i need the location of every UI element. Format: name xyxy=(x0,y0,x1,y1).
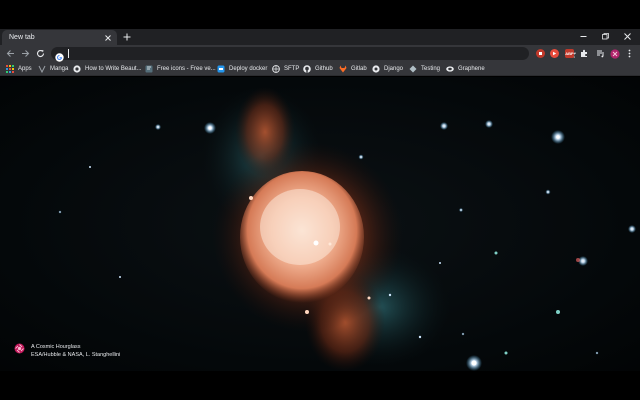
bookmark-gitlab[interactable]: Gitlab xyxy=(339,64,367,74)
menu-icon[interactable] xyxy=(624,48,635,59)
bookmark-label: Apps xyxy=(18,66,32,72)
minimize-icon[interactable] xyxy=(572,29,594,43)
background-credit: ESA/Hubble & NASA, L. Stanghellini xyxy=(31,352,121,358)
bookmark-apps[interactable]: Apps xyxy=(6,64,32,74)
address-input[interactable] xyxy=(70,47,500,60)
bookmark-label: Manga xyxy=(50,66,69,72)
new-tab-button[interactable] xyxy=(121,31,132,42)
bookmark-label: Testing xyxy=(421,66,441,72)
attribution-text: A Cosmic Hourglass ESA/Hubble & NASA, L.… xyxy=(31,343,120,359)
background-title: A Cosmic Hourglass xyxy=(31,344,81,350)
graphene-icon xyxy=(446,65,454,73)
nebula-image xyxy=(58,87,636,371)
bookmark-label: Github xyxy=(315,66,333,72)
globe-icon xyxy=(272,65,280,73)
bookmarks-bar: Apps Manga How to Write Beaut... Free ic… xyxy=(0,62,640,76)
background-attribution[interactable]: A Cosmic Hourglass ESA/Hubble & NASA, L.… xyxy=(14,343,120,359)
bookmark-label: Deploy docker xyxy=(229,66,268,72)
bookmark-label: SFTP xyxy=(284,66,300,72)
adblock-icon[interactable]: ABP xyxy=(564,48,575,59)
bookmark-graphene[interactable]: Graphene xyxy=(446,64,485,74)
bookmark-label: How to Write Beaut... xyxy=(85,66,142,72)
bookmark-free-icons[interactable]: Free icons - Free ve... xyxy=(145,64,216,74)
restore-icon[interactable] xyxy=(594,29,616,43)
back-arrow-icon[interactable] xyxy=(5,48,16,59)
extension-red-2-icon[interactable] xyxy=(549,48,560,59)
reload-icon[interactable] xyxy=(35,48,46,59)
bookmark-django[interactable]: Django xyxy=(372,64,403,74)
docker-icon xyxy=(217,65,225,73)
media-control-icon[interactable] xyxy=(595,48,606,59)
bookmark-testing[interactable]: Testing xyxy=(409,64,440,74)
text-caret xyxy=(68,49,69,58)
github-icon xyxy=(303,65,311,73)
letterbox-top xyxy=(0,0,640,29)
letterbox-bottom xyxy=(0,371,640,400)
bookmark-label: Django xyxy=(384,66,404,72)
apps-grid-icon xyxy=(6,65,14,73)
gitlab-icon xyxy=(339,65,347,73)
extension-badge xyxy=(550,49,559,58)
google-icon xyxy=(55,49,64,62)
bookmark-label: Free icons - Free ve... xyxy=(157,66,216,72)
bookmark-manga[interactable]: Manga xyxy=(38,64,68,74)
bookmark-label: Gitlab xyxy=(351,66,367,72)
adblock-badge: ABP xyxy=(565,49,574,58)
tab-strip: New tab xyxy=(0,29,640,45)
manga-icon xyxy=(38,65,46,73)
screen: New tab ABP Apps Manga How to Write Beau… xyxy=(0,0,640,400)
window-controls xyxy=(572,29,638,43)
browser-window: New tab ABP Apps Manga How to Write Beau… xyxy=(0,29,640,371)
bookmark-github[interactable]: Github xyxy=(303,64,333,74)
window-close-icon[interactable] xyxy=(616,29,638,43)
toolbar: ABP xyxy=(0,45,640,62)
close-icon[interactable] xyxy=(103,33,113,43)
puzzle-icon[interactable] xyxy=(579,48,590,59)
tab-new-tab[interactable]: New tab xyxy=(2,30,117,45)
bookmark-sftp[interactable]: SFTP xyxy=(272,64,299,74)
aperture-icon xyxy=(14,343,25,357)
profile-avatar[interactable] xyxy=(609,48,620,59)
flaticon-icon xyxy=(145,65,153,73)
testing-icon xyxy=(409,65,417,73)
extension-badge xyxy=(536,49,545,58)
bookmark-how-to-write[interactable]: How to Write Beaut... xyxy=(73,64,142,74)
bookmark-label: Graphene xyxy=(458,66,485,72)
omnibox[interactable] xyxy=(51,47,576,62)
new-tab-background: A Cosmic Hourglass ESA/Hubble & NASA, L.… xyxy=(0,77,640,371)
tab-title: New tab xyxy=(9,34,35,41)
globe-icon xyxy=(372,65,380,73)
bookmark-deploy-docker[interactable]: Deploy docker xyxy=(217,64,267,74)
forward-arrow-icon[interactable] xyxy=(20,48,31,59)
globe-icon xyxy=(73,65,81,73)
extension-red-1-icon[interactable] xyxy=(535,48,546,59)
